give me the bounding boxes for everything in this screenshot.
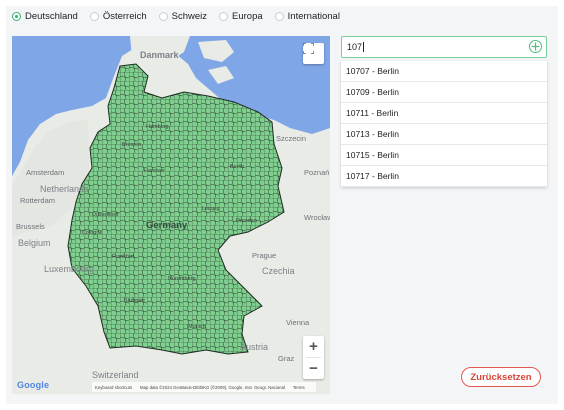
city-label-hamburg: Hamburg: [146, 124, 169, 130]
city-label-rotterdam: Rotterdam: [20, 196, 56, 205]
map-view[interactable]: Danmark Netherlands Belgium Luxembourg C…: [12, 36, 330, 394]
city-label-vienna: Vienna: [286, 318, 310, 327]
postcode-search-input[interactable]: 107: [341, 36, 547, 58]
keyboard-shortcuts-link[interactable]: Keyboard shortcuts: [95, 385, 132, 390]
region-option-oesterreich[interactable]: Österreich: [89, 11, 147, 22]
plus-icon: [531, 42, 540, 51]
city-label-amsterdam: Amsterdam: [26, 168, 65, 177]
city-label-poznan: Poznań: [304, 168, 330, 177]
search-value: 107: [347, 42, 363, 52]
city-label-graz: Graz: [278, 354, 295, 363]
list-item[interactable]: 10709 - Berlin: [341, 82, 547, 103]
list-item[interactable]: 10717 - Berlin: [341, 166, 547, 187]
region-label: International: [287, 11, 340, 22]
list-item[interactable]: 10711 - Berlin: [341, 103, 547, 124]
region-label: Deutschland: [25, 11, 78, 22]
city-label-frankfurt: Frankfurt: [112, 254, 135, 260]
city-label-wroclaw: Wrocław: [304, 213, 330, 222]
city-label-munich: Munich: [188, 324, 206, 330]
city-label-dusseldorf: Düsseldorf: [92, 212, 119, 218]
zoom-out-button[interactable]: −: [303, 358, 324, 379]
radio-icon[interactable]: [219, 12, 229, 21]
city-label-szczecin: Szczecin: [276, 134, 307, 143]
region-option-deutschland[interactable]: Deutschland: [12, 11, 78, 22]
radio-icon[interactable]: [158, 12, 168, 21]
country-label-switzerland: Switzerland: [92, 370, 139, 380]
city-label-prague: Prague: [252, 251, 277, 260]
country-label-czechia: Czechia: [262, 266, 295, 276]
country-label-austria: Austria: [240, 342, 269, 352]
region-label: Schweiz: [171, 11, 208, 22]
add-button[interactable]: [529, 40, 542, 53]
country-label-luxembourg: Luxembourg: [44, 264, 95, 274]
map-data-text: Map data ©2024 GeoBasis-DE/BKG (©2009), …: [140, 384, 285, 390]
city-label-cologne: Cologne: [82, 230, 103, 236]
fullscreen-icon: [303, 43, 314, 54]
zoom-in-button[interactable]: +: [303, 336, 324, 357]
google-logo: Google: [17, 380, 49, 390]
region-selector: Deutschland Österreich Schweiz Europa In…: [12, 11, 352, 22]
zoom-control: + −: [303, 336, 324, 379]
country-label-netherlands: Netherlands: [40, 184, 89, 194]
map-attribution: Keyboard shortcuts Map data ©2024 GeoBas…: [92, 382, 316, 392]
radio-icon[interactable]: [89, 12, 99, 21]
list-item[interactable]: 10715 - Berlin: [341, 145, 547, 166]
country-label-belgium: Belgium: [18, 238, 51, 248]
city-label-dresden: Dresden: [236, 218, 257, 224]
list-item[interactable]: 10713 - Berlin: [341, 124, 547, 145]
terms-link[interactable]: Terms: [293, 385, 305, 390]
region-label: Europa: [232, 11, 263, 22]
city-label-brussels: Brussels: [16, 222, 45, 231]
city-label-hanover: Hanover: [144, 168, 165, 174]
country-label-germany: Germany: [146, 220, 188, 231]
city-label-stuttgart: Stuttgart: [124, 298, 145, 304]
city-label-bremen: Bremen: [122, 142, 142, 148]
radio-checked-icon[interactable]: [12, 12, 21, 21]
radio-icon[interactable]: [274, 12, 284, 21]
city-label-nuremberg: Nuremberg: [168, 276, 196, 282]
region-option-international[interactable]: International: [274, 11, 340, 22]
list-item[interactable]: 10707 - Berlin: [341, 61, 547, 82]
country-label-denmark: Danmark: [140, 50, 179, 60]
reset-button[interactable]: Zurücksetzen: [461, 367, 541, 387]
text-caret: [363, 42, 365, 52]
fullscreen-button[interactable]: [303, 43, 324, 64]
google-logo-text: Google: [17, 380, 50, 390]
map-canvas: [12, 36, 330, 355]
region-label: Österreich: [102, 11, 147, 22]
search-results-list[interactable]: 10707 - Berlin 10709 - Berlin 10711 - Be…: [341, 61, 547, 187]
region-option-europa[interactable]: Europa: [219, 11, 263, 22]
city-label-leipzig: Leipzig: [202, 206, 220, 212]
region-option-schweiz[interactable]: Schweiz: [158, 11, 208, 22]
city-label-berlin: Berlin: [230, 164, 245, 170]
